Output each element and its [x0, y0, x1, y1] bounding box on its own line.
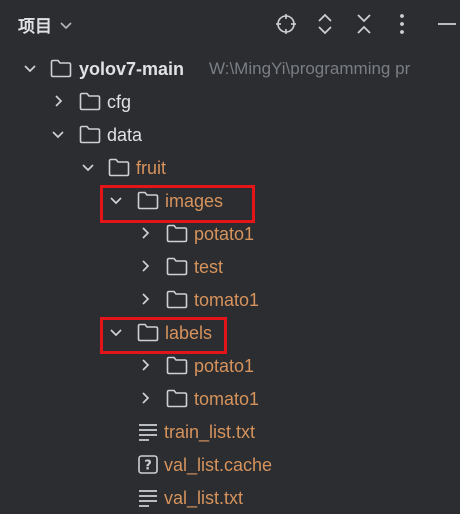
tree-node-label: tomato1	[194, 389, 260, 409]
tree-node-fruit[interactable]: fruit	[0, 151, 460, 184]
tree-node-label: data	[107, 125, 143, 145]
tree-node-labels-potato1[interactable]: potato1	[0, 349, 460, 382]
tree-node-root[interactable]: yolov7-main W:\MingYi\programming pr	[0, 52, 460, 85]
tree-node-label: fruit	[136, 158, 167, 178]
svg-text:?: ?	[144, 459, 152, 474]
text-file-icon	[139, 490, 157, 507]
chevron-right-icon[interactable]	[138, 292, 152, 306]
collapse-all-button[interactable]	[352, 12, 376, 36]
project-tree: yolov7-main W:\MingYi\programming pr cfg…	[0, 52, 460, 514]
locate-file-button[interactable]	[274, 12, 298, 36]
tree-node-label: yolov7-main	[79, 59, 185, 79]
project-view-selector[interactable]: 项目	[18, 12, 74, 37]
options-menu-button[interactable]	[390, 12, 414, 36]
target-icon	[276, 14, 296, 34]
expand-all-button[interactable]	[313, 12, 337, 36]
tree-node-label: potato1	[194, 224, 255, 244]
annotation-box-labels	[100, 317, 227, 354]
tree-node-label: potato1	[194, 356, 255, 376]
panel-title: 项目	[18, 17, 52, 36]
expand-all-icon	[318, 13, 332, 35]
unknown-file-icon: ?	[138, 455, 158, 474]
tree-node-file-val-cache[interactable]: ? val_list.cache	[0, 448, 460, 481]
collapse-all-icon	[357, 14, 371, 34]
tree-node-label: test	[194, 257, 224, 277]
tree-node-file-train-list[interactable]: train_list.txt	[0, 415, 460, 448]
chevron-right-icon[interactable]	[138, 259, 152, 273]
more-vertical-icon	[400, 14, 404, 34]
tree-node-cfg[interactable]: cfg	[0, 85, 460, 118]
tree-node-label: cfg	[107, 92, 132, 112]
folder-icon	[79, 92, 101, 111]
chevron-right-icon[interactable]	[138, 226, 152, 240]
tree-node-label: tomato1	[194, 290, 260, 310]
folder-icon	[166, 257, 188, 276]
project-path: W:\MingYi\programming pr	[209, 59, 411, 78]
minimize-icon	[438, 23, 456, 25]
folder-icon	[166, 389, 188, 408]
tree-node-images-test[interactable]: test	[0, 250, 460, 283]
chevron-right-icon[interactable]	[138, 391, 152, 405]
folder-icon	[50, 59, 72, 78]
chevron-down-icon[interactable]	[51, 127, 65, 141]
tree-node-labels-tomato1[interactable]: tomato1	[0, 382, 460, 415]
chevron-right-icon[interactable]	[138, 358, 152, 372]
chevron-down-icon[interactable]	[23, 61, 37, 75]
folder-icon	[166, 224, 188, 243]
chevron-down-icon[interactable]	[81, 160, 95, 174]
chevron-right-icon[interactable]	[51, 94, 65, 108]
text-file-icon	[139, 424, 157, 441]
folder-icon	[79, 125, 101, 144]
tree-node-label: val_list.cache	[164, 455, 273, 475]
project-panel-header: 项目	[0, 0, 460, 48]
annotation-box-images	[100, 185, 255, 223]
tree-node-labels[interactable]: labels	[0, 316, 460, 349]
chevron-down-icon	[60, 21, 72, 29]
tree-node-label: train_list.txt	[164, 422, 256, 442]
tree-node-data[interactable]: data	[0, 118, 460, 151]
hide-panel-button[interactable]	[434, 12, 458, 36]
folder-icon	[166, 356, 188, 375]
tree-node-images-tomato1[interactable]: tomato1	[0, 283, 460, 316]
tree-node-file-val-list[interactable]: val_list.txt	[0, 481, 460, 514]
folder-icon	[108, 158, 130, 177]
folder-icon	[166, 290, 188, 309]
tree-node-label: val_list.txt	[164, 488, 244, 508]
